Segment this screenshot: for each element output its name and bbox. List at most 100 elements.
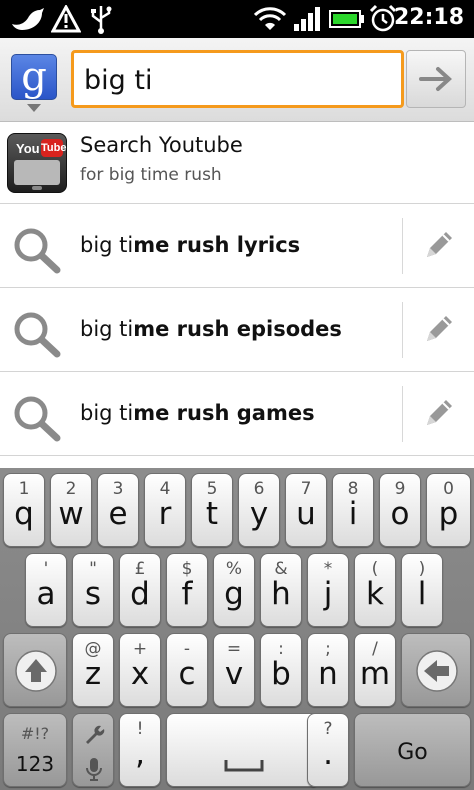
youtube-icon-you: You [16, 141, 40, 156]
key-y[interactable]: 6y [238, 473, 280, 547]
key-primary: w [58, 496, 84, 532]
space-icon [224, 760, 264, 772]
key-h[interactable]: & h [260, 553, 302, 627]
space-bar[interactable] [166, 713, 320, 787]
key-primary: . [323, 736, 333, 772]
key-r[interactable]: 4r [144, 473, 186, 547]
key-m[interactable]: / m [354, 633, 396, 707]
key-x[interactable]: + x [119, 633, 161, 707]
key-o[interactable]: 9o [379, 473, 421, 547]
key-a[interactable]: ' a [25, 553, 67, 627]
status-bar: 22:18 [0, 0, 474, 38]
symbols-key[interactable]: #!? 123 [3, 713, 67, 787]
key-f[interactable]: $ f [166, 553, 208, 627]
key-d[interactable]: £ d [119, 553, 161, 627]
chevron-down-icon [27, 104, 41, 112]
microphone-icon [86, 758, 102, 781]
key-primary: y [249, 496, 269, 532]
suggestion-item[interactable]: big time rush episodes [0, 288, 474, 372]
edit-query-button[interactable] [418, 312, 458, 348]
suggestion-divider [402, 386, 403, 442]
pencil-icon [427, 316, 452, 341]
youtube-icon-button [32, 186, 42, 190]
go-key-label: Go [397, 740, 428, 765]
wifi-icon [253, 4, 287, 34]
arrow-right-icon [419, 67, 452, 91]
key-n[interactable]: ; n [307, 633, 349, 707]
key-e[interactable]: 3e [97, 473, 139, 547]
key-primary: s [84, 576, 102, 612]
key-period[interactable]: ?. [307, 713, 349, 787]
backspace-arrow-icon [416, 650, 458, 692]
key-primary: a [36, 576, 56, 612]
suggestion-search-youtube[interactable]: You Tube Search Youtube for big time rus… [0, 122, 474, 204]
backspace-key[interactable] [401, 633, 471, 707]
signal-icon [292, 4, 322, 34]
search-input[interactable] [84, 61, 384, 99]
symbols-key-bottom: 123 [15, 752, 55, 776]
key-l[interactable]: ) l [401, 553, 443, 627]
shift-arrow-icon [15, 650, 57, 692]
key-i[interactable]: 8i [332, 473, 374, 547]
pencil-icon [427, 400, 452, 425]
search-icon [14, 312, 61, 358]
key-j[interactable]: * j [307, 553, 349, 627]
suggestion-typed: big ti [80, 233, 134, 257]
key-s[interactable]: " s [72, 553, 114, 627]
key-primary: d [130, 576, 150, 612]
key-primary: q [14, 496, 34, 532]
youtube-suggestion-title: Search Youtube [80, 133, 243, 157]
key-v[interactable]: = v [213, 633, 255, 707]
key-primary: , [135, 736, 145, 772]
suggestion-item[interactable]: big time rush games [0, 372, 474, 456]
key-b[interactable]: :b [260, 633, 302, 707]
key-c[interactable]: -c [166, 633, 208, 707]
key-g[interactable]: % g [213, 553, 255, 627]
key-primary: l [417, 576, 427, 612]
settings-voice-key[interactable] [72, 713, 114, 787]
key-q[interactable]: 1q [3, 473, 45, 547]
key-primary: f [181, 576, 193, 612]
edit-query-button[interactable] [418, 396, 458, 432]
key-z[interactable]: @ z [72, 633, 114, 707]
suggestion-item[interactable]: big time rush lyrics [0, 204, 474, 288]
key-u[interactable]: 7u [285, 473, 327, 547]
key-primary: x [130, 656, 150, 692]
key-t[interactable]: 5t [191, 473, 233, 547]
youtube-icon-tube: Tube [41, 139, 66, 157]
key-k[interactable]: (k [354, 553, 396, 627]
bird-icon [8, 4, 48, 34]
key-primary: z [84, 656, 102, 692]
key-p[interactable]: 0p [426, 473, 471, 547]
search-header: g [0, 38, 474, 122]
search-box[interactable] [71, 50, 404, 108]
key-primary: k [366, 576, 384, 612]
search-go-button[interactable] [406, 50, 466, 108]
suggestion-completion: me rush episodes [133, 317, 342, 341]
key-primary: c [178, 656, 196, 692]
suggestion-text: big time rush episodes [80, 317, 342, 341]
key-primary: g [224, 576, 244, 612]
suggestion-divider [402, 302, 403, 358]
suggestion-text: big time rush lyrics [80, 233, 300, 257]
search-icon [14, 396, 61, 442]
suggestion-divider [402, 218, 403, 274]
suggestion-text: big time rush games [80, 401, 315, 425]
google-logo-button[interactable]: g [11, 54, 57, 100]
shift-key[interactable] [3, 633, 67, 707]
key-primary: h [271, 576, 291, 612]
key-comma[interactable]: !, [119, 713, 161, 787]
search-icon [14, 228, 61, 274]
key-primary: i [348, 496, 358, 532]
key-w[interactable]: 2w [50, 473, 92, 547]
key-primary: n [318, 656, 338, 692]
suggestion-list: You Tube Search Youtube for big time rus… [0, 122, 474, 468]
warning-icon [50, 4, 82, 34]
key-primary: p [438, 496, 459, 532]
key-primary: o [390, 496, 410, 532]
go-key[interactable]: Go [354, 713, 471, 787]
youtube-icon-screen [14, 160, 60, 185]
key-primary: u [296, 496, 316, 532]
edit-query-button[interactable] [418, 228, 458, 264]
suggestion-completion: me rush lyrics [133, 233, 301, 257]
